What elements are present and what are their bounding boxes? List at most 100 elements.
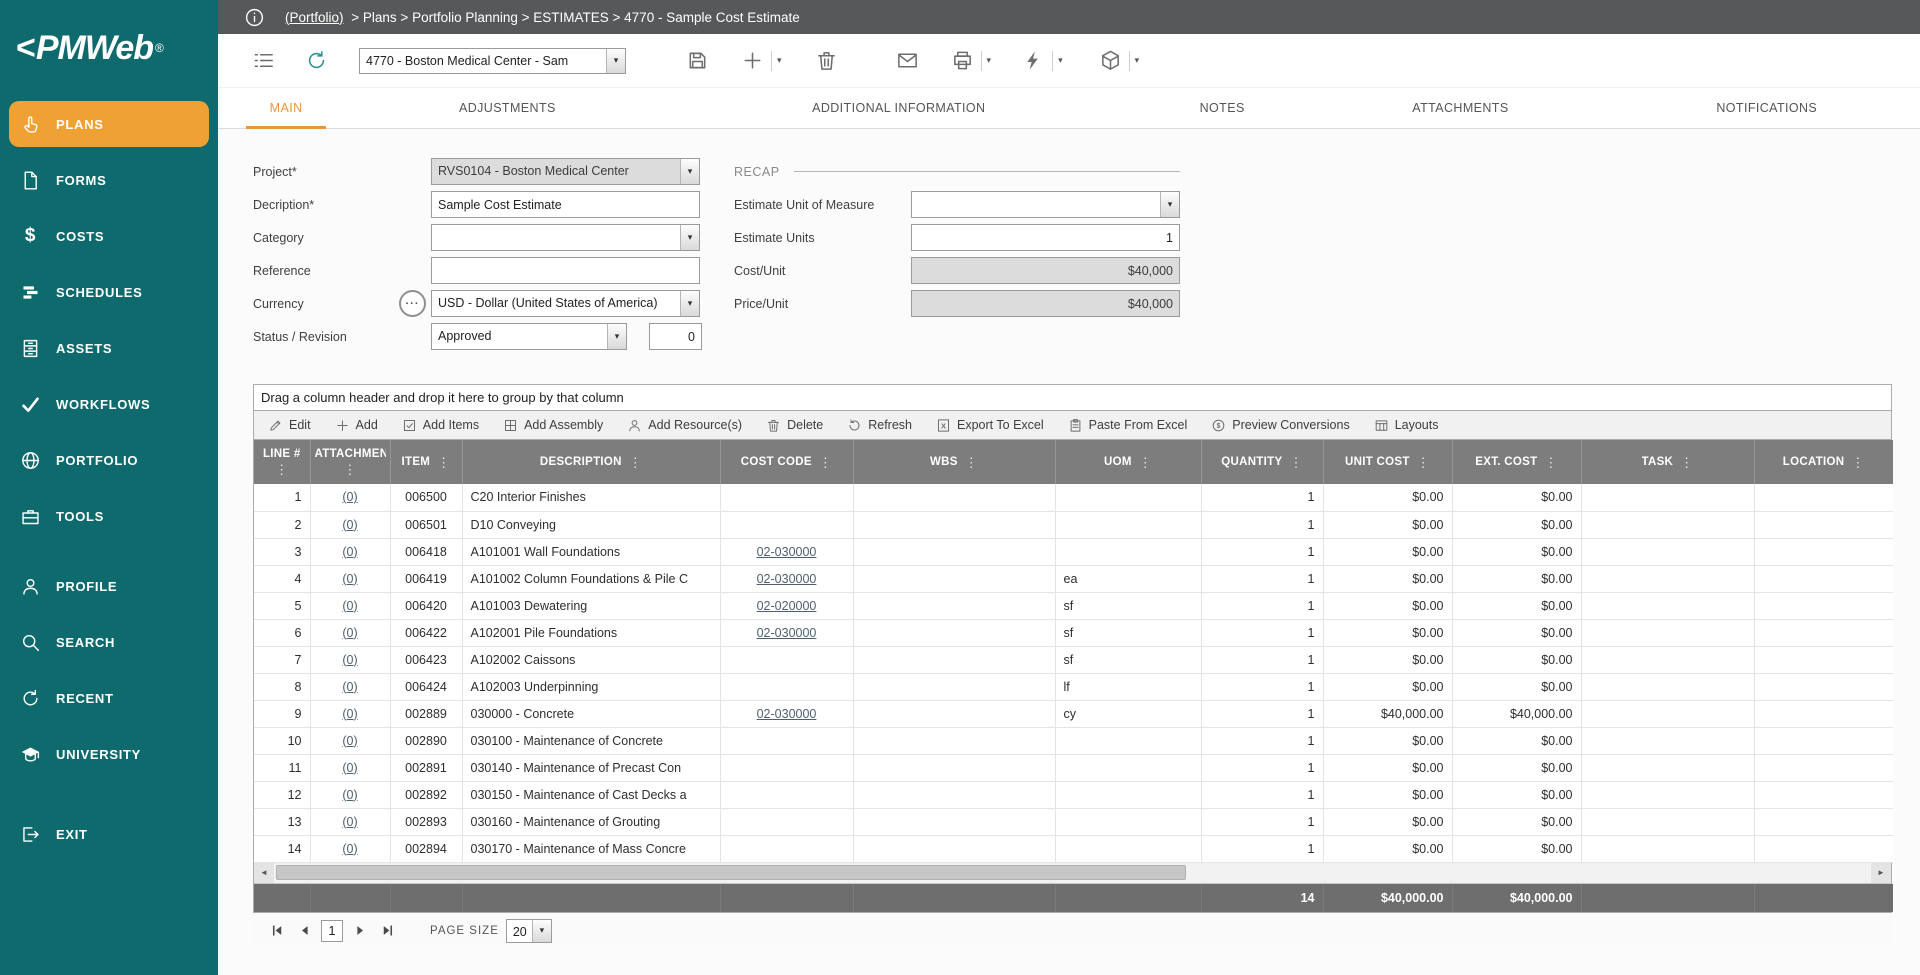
scroll-left-icon[interactable]: ◄ bbox=[254, 863, 274, 883]
sidebar-item-schedules[interactable]: SCHEDULES bbox=[0, 264, 218, 320]
chevron-down-icon[interactable]: ▾ bbox=[1160, 192, 1179, 217]
sidebar-item-university[interactable]: UNIVERSITY bbox=[0, 726, 218, 782]
column-header-task[interactable]: TASK⋮ bbox=[1581, 440, 1754, 484]
print-split-button[interactable]: ▾ bbox=[951, 49, 992, 72]
column-menu-icon[interactable]: ⋮ bbox=[629, 455, 642, 470]
column-header-item[interactable]: ITEM⋮ bbox=[390, 440, 462, 484]
reference-input[interactable] bbox=[431, 257, 700, 284]
add-button[interactable]: Add bbox=[323, 411, 390, 439]
horizontal-scrollbar[interactable]: ◄ ► bbox=[254, 863, 1891, 884]
attachments-link[interactable]: (0) bbox=[342, 707, 357, 721]
lightning-icon[interactable] bbox=[1022, 49, 1045, 72]
add-resources-button[interactable]: Add Resource(s) bbox=[615, 411, 754, 439]
column-menu-icon[interactable]: ⋮ bbox=[343, 462, 356, 477]
tab-main[interactable]: MAIN bbox=[218, 88, 354, 128]
cost-code-link[interactable]: 02-030000 bbox=[757, 545, 817, 559]
attachments-link[interactable]: (0) bbox=[342, 788, 357, 802]
cost-code-link[interactable]: 02-030000 bbox=[757, 572, 817, 586]
list-view-icon[interactable] bbox=[252, 49, 275, 72]
save-icon[interactable] bbox=[686, 49, 709, 72]
column-header-line[interactable]: LINE #⋮ bbox=[254, 440, 310, 484]
refresh-button[interactable]: Refresh bbox=[835, 411, 924, 439]
attachments-link[interactable]: (0) bbox=[342, 518, 357, 532]
column-menu-icon[interactable]: ⋮ bbox=[1289, 455, 1302, 470]
attachments-link[interactable]: (0) bbox=[342, 545, 357, 559]
delete-button[interactable]: Delete bbox=[754, 411, 835, 439]
sidebar-item-assets[interactable]: ASSETS bbox=[0, 320, 218, 376]
history-icon[interactable] bbox=[305, 49, 328, 72]
sidebar-item-workflows[interactable]: WORKFLOWS bbox=[0, 376, 218, 432]
cost-code-link[interactable]: 02-030000 bbox=[757, 707, 817, 721]
sidebar-item-recent[interactable]: RECENT bbox=[0, 670, 218, 726]
column-header-uom[interactable]: UOM⋮ bbox=[1055, 440, 1201, 484]
attachments-link[interactable]: (0) bbox=[342, 842, 357, 856]
attachments-link[interactable]: (0) bbox=[342, 680, 357, 694]
cost-code-link[interactable]: 02-020000 bbox=[757, 599, 817, 613]
attachments-link[interactable]: (0) bbox=[342, 653, 357, 667]
current-page[interactable]: 1 bbox=[321, 920, 343, 942]
export-to-excel-button[interactable]: XExport To Excel bbox=[924, 411, 1056, 439]
print-icon[interactable] bbox=[951, 49, 974, 72]
column-header-unit_cost[interactable]: UNIT COST⋮ bbox=[1323, 440, 1452, 484]
preview-conversions-button[interactable]: $Preview Conversions bbox=[1199, 411, 1361, 439]
scroll-right-icon[interactable]: ► bbox=[1871, 863, 1891, 883]
scrollbar-thumb[interactable] bbox=[276, 865, 1186, 880]
category-select[interactable]: ▾ bbox=[431, 224, 700, 251]
column-menu-icon[interactable]: ⋮ bbox=[1851, 455, 1864, 470]
paste-from-excel-button[interactable]: Paste From Excel bbox=[1056, 411, 1200, 439]
column-menu-icon[interactable]: ⋮ bbox=[275, 462, 288, 477]
sidebar-item-portfolio[interactable]: PORTFOLIO bbox=[0, 432, 218, 488]
column-header-description[interactable]: DESCRIPTION⋮ bbox=[462, 440, 720, 484]
column-header-quantity[interactable]: QUANTITY⋮ bbox=[1201, 440, 1323, 484]
tab-notifications[interactable]: NOTIFICATIONS bbox=[1614, 88, 1920, 128]
layouts-button[interactable]: Layouts bbox=[1362, 411, 1451, 439]
sidebar-item-forms[interactable]: FORMS bbox=[0, 152, 218, 208]
column-header-cost_code[interactable]: COST CODE⋮ bbox=[720, 440, 853, 484]
chevron-down-icon[interactable]: ▾ bbox=[771, 51, 782, 71]
email-icon[interactable] bbox=[896, 49, 919, 72]
tab-notes[interactable]: NOTES bbox=[1137, 88, 1307, 128]
sidebar-item-exit[interactable]: EXIT bbox=[0, 806, 218, 862]
project-select[interactable]: RVS0104 - Boston Medical Center ▾ bbox=[431, 158, 700, 185]
chevron-down-icon[interactable]: ▾ bbox=[680, 159, 699, 184]
chevron-down-icon[interactable]: ▾ bbox=[680, 291, 699, 316]
column-menu-icon[interactable]: ⋮ bbox=[965, 455, 978, 470]
add-icon[interactable] bbox=[741, 49, 764, 72]
delete-icon[interactable] bbox=[815, 49, 838, 72]
attachments-link[interactable]: (0) bbox=[342, 490, 357, 504]
sidebar-item-tools[interactable]: TOOLS bbox=[0, 488, 218, 544]
attachments-link[interactable]: (0) bbox=[342, 761, 357, 775]
record-selector[interactable]: 4770 - Boston Medical Center - Sam ▾ bbox=[359, 48, 626, 74]
chevron-down-icon[interactable]: ▾ bbox=[680, 225, 699, 250]
tab-adjustments[interactable]: ADJUSTMENTS bbox=[354, 88, 660, 128]
estimate-units-input[interactable] bbox=[911, 224, 1180, 251]
sidebar-item-search[interactable]: SEARCH bbox=[0, 614, 218, 670]
revision-input[interactable] bbox=[649, 323, 702, 350]
add-items-button[interactable]: Add Items bbox=[390, 411, 491, 439]
currency-select[interactable]: USD - Dollar (United States of America) … bbox=[431, 290, 700, 317]
workflow-actions-split-button[interactable]: ▾ bbox=[1022, 49, 1063, 72]
column-header-location[interactable]: LOCATION⋮ bbox=[1754, 440, 1893, 484]
group-by-bar[interactable]: Drag a column header and drop it here to… bbox=[254, 385, 1891, 411]
3d-model-icon[interactable] bbox=[1099, 49, 1122, 72]
next-page-button[interactable] bbox=[350, 921, 370, 941]
prev-page-button[interactable] bbox=[294, 921, 314, 941]
tab-attachments[interactable]: ATTACHMENTS bbox=[1307, 88, 1613, 128]
first-page-button[interactable] bbox=[267, 921, 287, 941]
column-menu-icon[interactable]: ⋮ bbox=[1139, 455, 1152, 470]
column-menu-icon[interactable]: ⋮ bbox=[819, 455, 832, 470]
bim-model-split-button[interactable]: ▾ bbox=[1099, 49, 1140, 72]
cost-code-link[interactable]: 02-030000 bbox=[757, 626, 817, 640]
column-menu-icon[interactable]: ⋮ bbox=[1417, 455, 1430, 470]
chevron-down-icon[interactable]: ▾ bbox=[606, 49, 625, 73]
column-header-attachments[interactable]: ATTACHMENTS⋮ bbox=[310, 440, 390, 484]
chevron-down-icon[interactable]: ▾ bbox=[981, 51, 992, 71]
sidebar-item-profile[interactable]: PROFILE bbox=[0, 558, 218, 614]
page-size-select[interactable]: 20 ▾ bbox=[506, 919, 552, 943]
attachments-link[interactable]: (0) bbox=[342, 626, 357, 640]
column-menu-icon[interactable]: ⋮ bbox=[437, 455, 450, 470]
column-header-ext_cost[interactable]: EXT. COST⋮ bbox=[1452, 440, 1581, 484]
chevron-down-icon[interactable]: ▾ bbox=[532, 920, 551, 942]
estimate-uom-select[interactable]: ▾ bbox=[911, 191, 1180, 218]
sidebar-item-costs[interactable]: $COSTS bbox=[0, 208, 218, 264]
